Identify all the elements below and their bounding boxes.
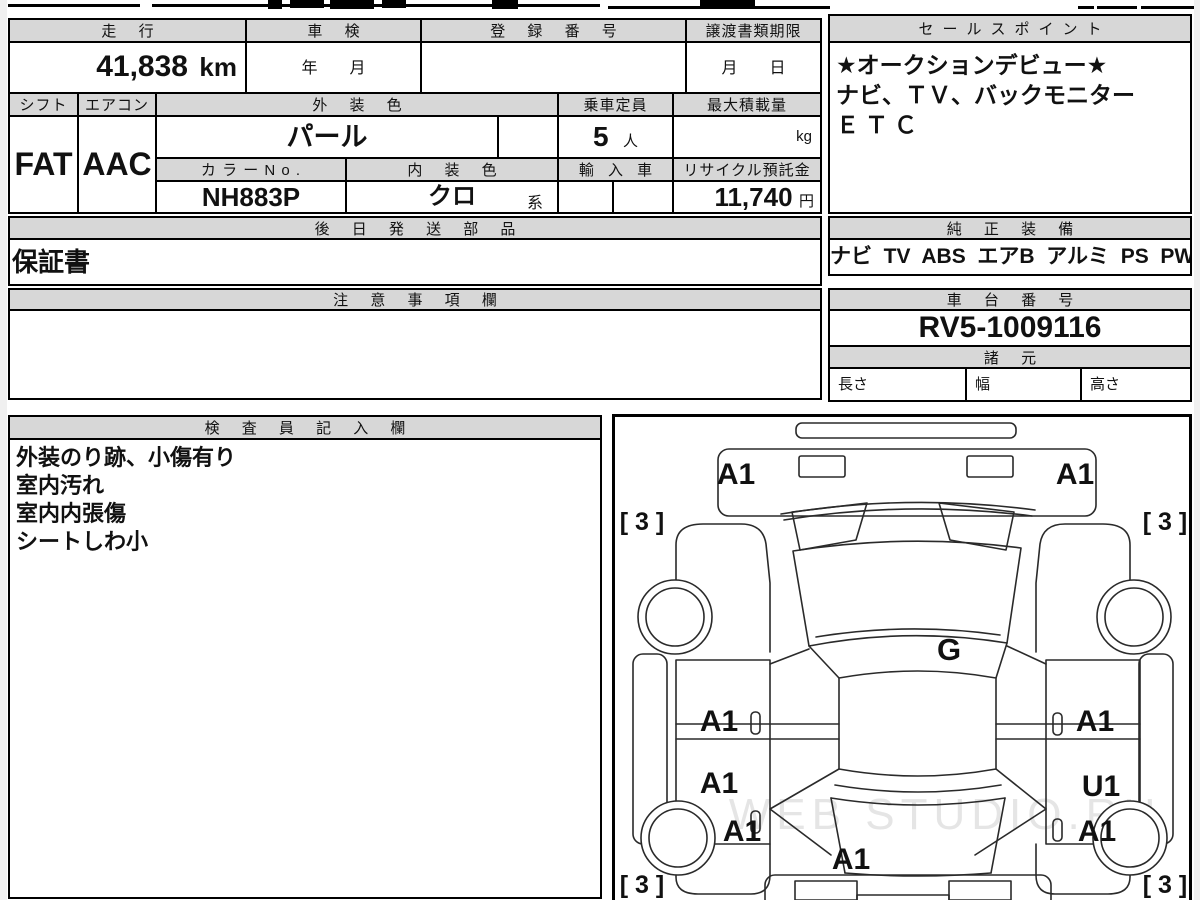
interior-color-header: 内 装 色: [345, 157, 559, 182]
aircon-value: AAC: [77, 115, 157, 214]
auction-sheet: { "colors":{"header_bg":"#d7d7d7","borde…: [0, 0, 1200, 900]
transfer-deadline-value: 月 日: [685, 41, 822, 94]
damage-front-bumper-left: A1: [717, 458, 755, 491]
import-value-2: [612, 180, 674, 214]
car-diagram: WEB STUDIO.RU A1 A1 [3] [3] G A1 A1 …: [620, 422, 1187, 900]
sales-point-line: ＥＴＣ: [836, 112, 923, 138]
inspector-line: シートしわ小: [16, 529, 149, 554]
damage-front-bumper-right: A1: [1056, 458, 1094, 491]
notes-box: [8, 309, 822, 400]
tire-depth-front-right: [ 3 ]: [1143, 508, 1187, 536]
damage-door-front-right: A1: [1076, 705, 1114, 738]
aircon-header: エアコン: [77, 92, 157, 117]
interior-color-name: クロ: [428, 183, 476, 210]
color-no-header: カ ラ ー N o .: [155, 157, 347, 182]
capacity-header: 乗車定員: [557, 92, 674, 117]
inspection-header: 車 検: [245, 18, 422, 43]
interior-color-value: クロ 系: [345, 180, 559, 214]
maxload-header: 最大積載量: [672, 92, 822, 117]
mileage-number: 41,838: [96, 50, 188, 83]
damage-diagram-box: WEB STUDIO.RU A1 A1 [3] [3] G A1 A1 …: [612, 414, 1192, 900]
recycle-number: 11,740: [714, 182, 793, 212]
front-bumper: [717, 448, 1097, 517]
exterior-color-extra: [497, 115, 559, 159]
mileage-unit: km: [199, 52, 237, 82]
spec-width-cell: 幅: [965, 367, 1082, 402]
sales-point-line: ★オークションデビュー★: [836, 52, 1108, 78]
mileage-value: 41,838 km: [8, 41, 247, 94]
front-lip: [795, 422, 1017, 439]
sales-point-box: ★オークションデビュー★ ナビ、ＴＶ、バックモニター ＥＴＣ: [828, 41, 1192, 214]
recycle-unit: 円: [798, 193, 814, 210]
left-margin: [0, 0, 7, 900]
damage-quarter-left: A1: [723, 815, 761, 848]
spec-height-cell: 高さ: [1080, 367, 1192, 402]
recycle-header: リサイクル預託金: [672, 157, 822, 182]
interior-color-suffix: 系: [526, 195, 543, 212]
damage-rear-gate: A1: [832, 843, 870, 876]
later-parts-header: 後 日 発 送 部 品: [8, 216, 822, 240]
exterior-color-header: 外 装 色: [155, 92, 559, 117]
inspector-header: 検 査 員 記 入 欄: [8, 415, 602, 440]
shift-header: シフト: [8, 92, 79, 117]
transfer-deadline-header: 譲渡書類期限: [685, 18, 822, 43]
maxload-value: kg: [672, 115, 822, 159]
damage-door-rear-left: A1: [700, 767, 738, 800]
tire-depth-front-left: [ 3 ]: [620, 508, 664, 536]
damage-door-rear-right-a: A1: [1078, 815, 1116, 848]
specs-header: 諸 元: [828, 345, 1192, 369]
chassis-header: 車 台 番 号: [828, 288, 1192, 311]
tire-depth-rear-right: [ 3 ]: [1143, 871, 1187, 899]
exterior-color-value: パール: [155, 115, 499, 159]
notes-header: 注 意 事 項 欄: [8, 288, 822, 311]
capacity-unit: 人: [623, 133, 639, 150]
registration-value: [420, 41, 687, 94]
mileage-header: 走 行: [8, 18, 247, 43]
equipment-header: 純 正 装 備: [828, 216, 1192, 240]
inspector-box: 外装のり跡、小傷有り 室内汚れ 室内内張傷 シートしわ小: [8, 438, 602, 899]
capacity-number: 5: [592, 121, 609, 152]
glass-mark: G: [937, 632, 961, 667]
inspector-line: 外装のり跡、小傷有り: [16, 445, 237, 470]
registration-header: 登 録 番 号: [420, 18, 687, 43]
tire-depth-rear-left: [ 3 ]: [620, 871, 664, 899]
inspector-line: 室内汚れ: [16, 473, 105, 498]
inspection-value: 年 月: [245, 41, 422, 94]
color-no-value: NH883P: [155, 180, 347, 214]
damage-door-rear-right-u: U1: [1082, 770, 1120, 803]
sales-point-header: セールスポイント: [828, 14, 1192, 43]
shift-value: FAT: [8, 115, 79, 214]
chassis-value: RV5-1009116: [828, 309, 1192, 347]
recycle-value: 11,740 円: [672, 180, 822, 214]
later-parts-value: 保証書: [8, 238, 822, 286]
right-margin: [1194, 0, 1200, 900]
import-value-1: [557, 180, 614, 214]
sales-point-line: ナビ、ＴＶ、バックモニター: [836, 82, 1135, 108]
damage-door-front-left: A1: [700, 705, 738, 738]
import-header: 輸 入 車: [557, 157, 674, 182]
equipment-value: ナビ TV ABS エアB アルミ PS PW: [828, 238, 1192, 276]
capacity-value: 5 人: [557, 115, 674, 159]
spec-length-cell: 長さ: [828, 367, 967, 402]
inspector-line: 室内内張傷: [16, 501, 127, 526]
